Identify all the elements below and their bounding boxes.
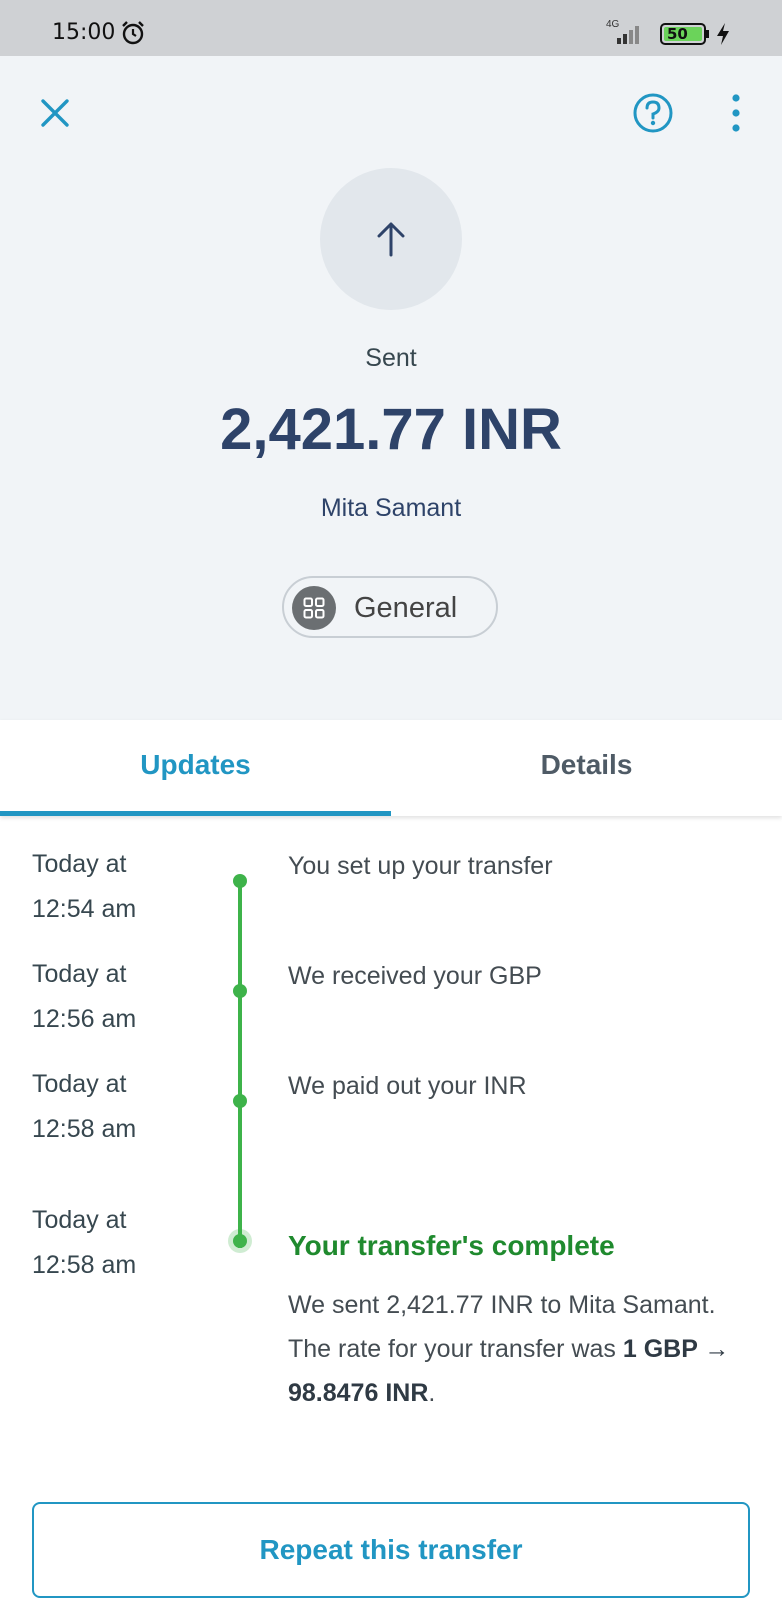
tab-updates[interactable]: Updates	[0, 720, 391, 816]
transfer-complete-description: We sent 2,421.77 INR to Mita Samant. The…	[288, 1283, 738, 1415]
time-clock: 12:54 am	[32, 895, 137, 923]
timeline-dot	[233, 874, 247, 888]
battery-level: 50	[667, 25, 688, 43]
timeline-time: Today at 12:56 am	[32, 952, 212, 1042]
timeline-time: Today at 12:58 am	[32, 1198, 212, 1288]
arrow-up-icon	[377, 222, 405, 257]
charging-bolt-icon	[717, 23, 729, 45]
time-day: Today at	[32, 960, 127, 988]
status-time: 15:00	[52, 20, 116, 45]
tab-details[interactable]: Details	[391, 720, 782, 816]
alarm-clock-icon	[122, 21, 144, 45]
more-options-icon[interactable]	[726, 92, 746, 134]
time-clock: 12:56 am	[32, 1005, 137, 1033]
timeline-event: You set up your transfer	[288, 852, 553, 880]
description-end: .	[428, 1379, 436, 1407]
time-day: Today at	[32, 1070, 127, 1098]
timeline-event: We paid out your INR	[288, 1072, 527, 1100]
transfer-complete-title: Your transfer's complete	[288, 1230, 615, 1261]
timeline-dot	[233, 1094, 247, 1108]
tab-bar: Updates Details	[0, 720, 782, 816]
category-label: General	[354, 592, 458, 624]
category-grid-icon	[292, 586, 336, 630]
timeline-track	[238, 880, 242, 1248]
timeline-event: We received your GBP	[288, 962, 542, 990]
category-chip[interactable]: General	[282, 576, 498, 638]
repeat-transfer-button[interactable]: Repeat this transfer	[32, 1502, 750, 1598]
recipient-name: Mita Samant	[320, 494, 462, 522]
timeline-time: Today at 12:54 am	[32, 842, 212, 932]
sent-status-avatar	[320, 168, 462, 310]
transfer-status-label: Sent	[365, 344, 417, 372]
transfer-amount: 2,421.77 INR	[220, 397, 562, 462]
status-bar: 15:00 4G 50	[0, 0, 782, 56]
time-day: Today at	[32, 850, 127, 878]
time-clock: 12:58 am	[32, 1251, 137, 1279]
close-icon[interactable]	[36, 94, 74, 132]
time-clock: 12:58 am	[32, 1115, 137, 1143]
signal-strength-icon	[617, 26, 639, 44]
active-tab-indicator	[0, 811, 391, 816]
time-day: Today at	[32, 1206, 127, 1234]
timeline-time: Today at 12:58 am	[32, 1062, 212, 1152]
help-icon[interactable]	[632, 92, 674, 134]
timeline-dot	[233, 984, 247, 998]
timeline-dot-current	[233, 1234, 247, 1248]
transfer-summary: Sent 2,421.77 INR Mita Samant General	[0, 56, 782, 720]
